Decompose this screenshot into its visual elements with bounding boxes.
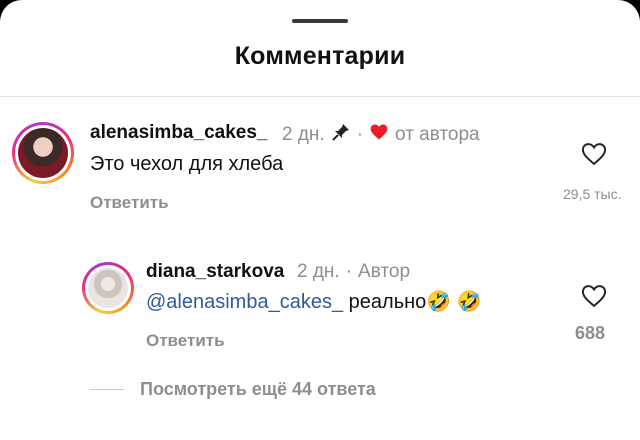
laughing-emoji: 🤣 🤣 xyxy=(426,291,482,313)
mention-link[interactable]: @alenasimba_cakes_ xyxy=(146,291,343,313)
meta-separator: · xyxy=(356,124,364,145)
avatar[interactable] xyxy=(82,262,134,314)
avatar-photo xyxy=(88,268,128,308)
heart-outline-icon[interactable] xyxy=(579,281,609,311)
author-badge: Автор xyxy=(358,261,411,282)
avatar[interactable] xyxy=(12,122,74,184)
liked-by-author-label: от автора xyxy=(395,124,480,145)
thread-line xyxy=(90,389,124,390)
reply-text: @alenasimba_cakes_ реально🤣 🤣 xyxy=(146,291,482,314)
reply-button[interactable]: Ответить xyxy=(146,331,225,351)
heart-filled-icon xyxy=(369,122,389,148)
avatar-photo xyxy=(18,128,68,178)
meta-separator: · xyxy=(345,261,353,282)
like-count[interactable]: 688 xyxy=(575,323,605,344)
comment-username[interactable]: alenasimba_cakes_ xyxy=(90,122,267,144)
like-count[interactable]: 29,5 тыс. xyxy=(563,186,622,202)
comment-meta: 2 дн. · от автора xyxy=(282,122,480,148)
reply-meta: 2 дн. · Автор xyxy=(297,261,410,283)
reply-time: 2 дн. xyxy=(297,261,340,282)
comment-time: 2 дн. xyxy=(282,124,325,145)
reply-body: реально xyxy=(343,291,427,313)
view-more-replies[interactable]: Посмотреть ещё 44 ответа xyxy=(140,379,376,400)
reply-button[interactable]: Ответить xyxy=(90,193,169,213)
heart-outline-icon[interactable] xyxy=(579,139,609,169)
header-divider xyxy=(0,96,640,97)
comment-text: Это чехол для хлеба xyxy=(90,153,284,175)
pin-icon xyxy=(331,122,351,148)
drag-handle[interactable] xyxy=(292,19,348,23)
comments-sheet: Комментарии alenasimba_cakes_ 2 дн. · от… xyxy=(0,0,640,440)
sheet-title: Комментарии xyxy=(234,42,406,70)
reply-username[interactable]: diana_starkova xyxy=(146,261,284,283)
